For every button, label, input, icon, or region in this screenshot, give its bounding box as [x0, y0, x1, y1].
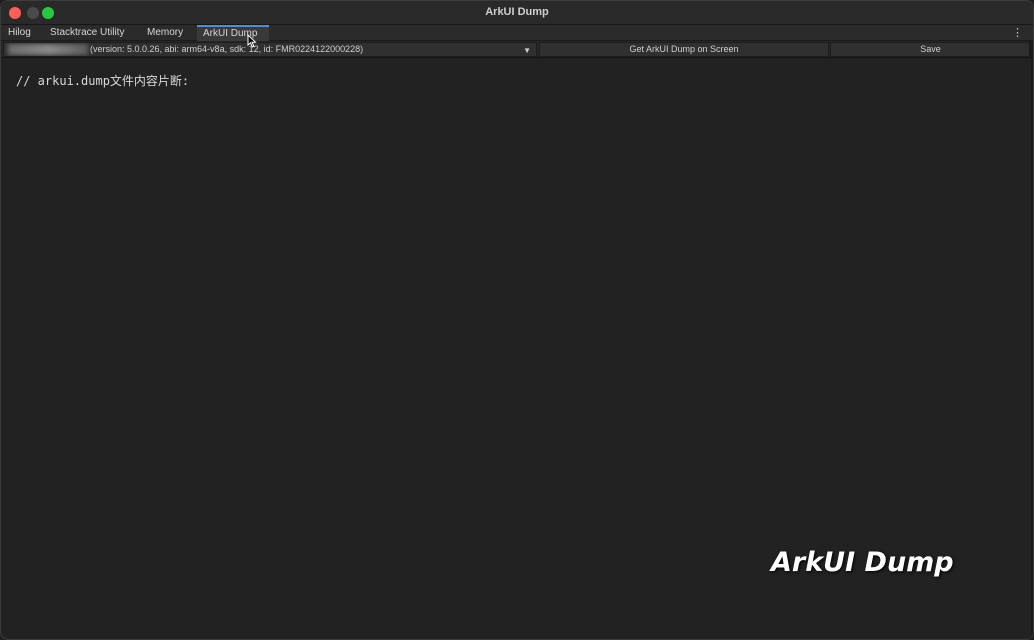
redacted-device-name [8, 44, 88, 56]
code-comment-line: // arkui.dump文件内容片断: [16, 74, 190, 88]
toolbar: (version: 5.0.0.26, abi: arm64-v8a, sdk:… [1, 41, 1031, 58]
tab-memory[interactable]: Memory [141, 25, 189, 41]
kebab-menu-icon[interactable]: ⋮ [1012, 26, 1023, 39]
save-button[interactable]: Save [830, 42, 1031, 57]
caption-overlay: ArkUI Dump [771, 547, 954, 578]
tab-hilog[interactable]: Hilog [2, 25, 37, 41]
tab-stacktrace-utility[interactable]: Stacktrace Utility [44, 25, 130, 41]
device-select-dropdown[interactable]: (version: 5.0.0.26, abi: arm64-v8a, sdk:… [3, 42, 537, 57]
tab-bar: Hilog Stacktrace Utility Memory ArkUI Du… [1, 25, 1033, 41]
app-window: ArkUI Dump Hilog Stacktrace Utility Memo… [0, 0, 1034, 640]
chevron-down-icon[interactable]: ▼ [523, 44, 531, 56]
window-title: ArkUI Dump [485, 6, 549, 18]
device-info-text: (version: 5.0.0.26, abi: arm64-v8a, sdk:… [90, 44, 364, 54]
get-arkui-dump-button[interactable]: Get ArkUI Dump on Screen [539, 42, 829, 57]
tab-arkui-dump[interactable]: ArkUI Dump [197, 25, 269, 41]
mouse-pointer-icon [247, 34, 257, 48]
title-bar[interactable]: ArkUI Dump [1, 1, 1033, 25]
